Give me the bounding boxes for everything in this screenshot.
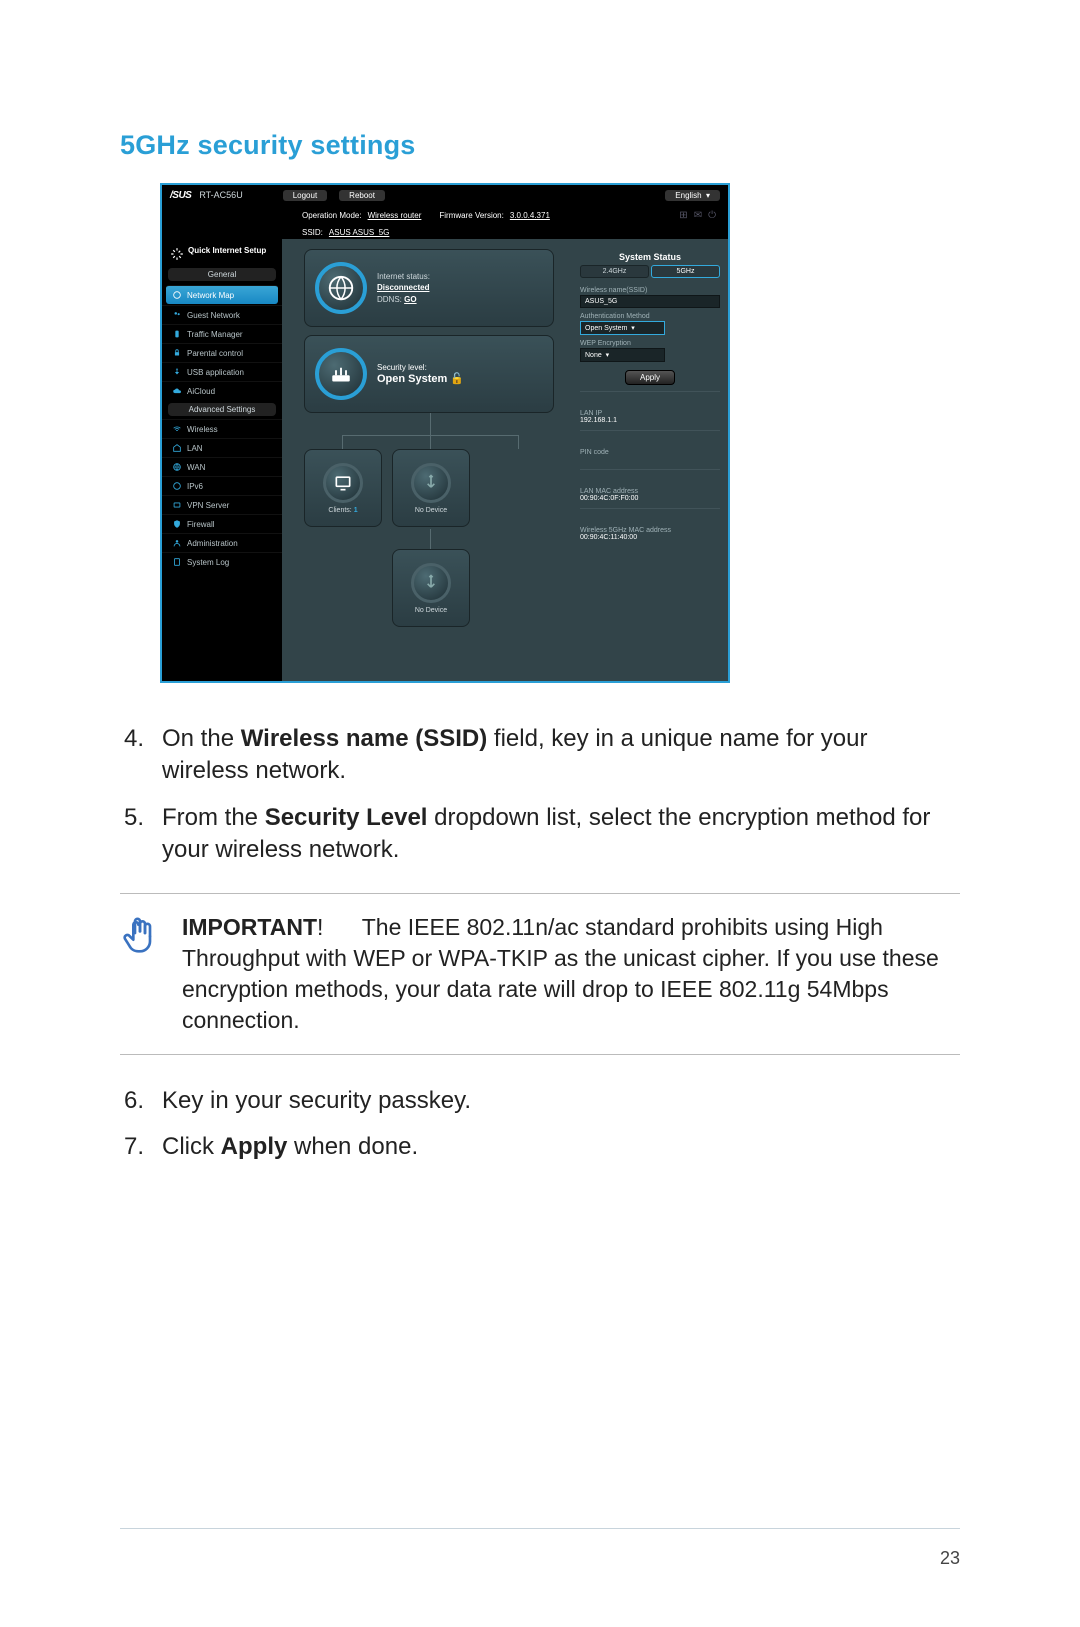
- step-6: 6. Key in your security passkey.: [120, 1085, 960, 1117]
- sidebar: Quick Internet Setup General Network Map…: [162, 239, 282, 681]
- usb2-card[interactable]: No Device: [392, 549, 470, 627]
- step-4: 4. On the Wireless name (SSID) field, ke…: [120, 723, 960, 788]
- nav-lan[interactable]: LAN: [162, 438, 282, 457]
- auth-label: Authentication Method: [580, 313, 720, 320]
- clients-card[interactable]: Clients: 1: [304, 449, 382, 527]
- router-topbar: /SUS RT-AC56U Logout Reboot English ▾: [162, 185, 728, 205]
- model-label: RT-AC56U: [199, 190, 242, 200]
- usb-icon: [411, 463, 451, 503]
- nav-traffic-manager[interactable]: Traffic Manager: [162, 324, 282, 343]
- nav-administration[interactable]: Administration: [162, 533, 282, 552]
- reboot-button[interactable]: Reboot: [339, 190, 385, 201]
- logout-button[interactable]: Logout: [283, 190, 327, 201]
- brand-logo: /SUS: [170, 190, 191, 201]
- nav-aicloud[interactable]: AiCloud: [162, 381, 282, 400]
- quick-setup-button[interactable]: Quick Internet Setup: [162, 243, 282, 265]
- monitor-icon: [323, 463, 363, 503]
- page-number: 23: [940, 1548, 960, 1569]
- apply-button[interactable]: Apply: [625, 370, 675, 385]
- panel-title: System Status: [580, 249, 720, 265]
- step-5: 5. From the Security Level dropdown list…: [120, 802, 960, 867]
- general-section: General: [168, 268, 276, 281]
- usb1-card[interactable]: No Device: [392, 449, 470, 527]
- internet-status-card[interactable]: Internet status: Disconnected DDNS: GO: [304, 249, 554, 327]
- wep-select[interactable]: None ▾: [580, 348, 665, 362]
- hand-icon: [120, 914, 160, 1036]
- firmware-link[interactable]: 3.0.0.4.371: [510, 211, 550, 220]
- nav-wan[interactable]: WAN: [162, 457, 282, 476]
- wmac-value: 00:90:4C:11:40:00: [580, 534, 720, 541]
- important-note: IMPORTANT! The IEEE 802.11n/ac standard …: [120, 893, 960, 1055]
- nav-firewall[interactable]: Firewall: [162, 514, 282, 533]
- security-level-card[interactable]: Security level: Open System 🔓: [304, 335, 554, 413]
- nav-vpn-server[interactable]: VPN Server: [162, 495, 282, 514]
- auth-select[interactable]: Open System ▾: [580, 321, 665, 335]
- language-select[interactable]: English ▾: [665, 190, 720, 201]
- nav-usb-application[interactable]: USB application: [162, 362, 282, 381]
- lock-icon: 🔓: [450, 373, 464, 385]
- lan-ip-value: 192.168.1.1: [580, 417, 720, 424]
- section-title: 5GHz security settings: [120, 130, 960, 161]
- router-icon: [315, 348, 367, 400]
- globe-icon: [315, 262, 367, 314]
- footer-rule: [120, 1528, 960, 1529]
- step-7: 7. Click Apply when done.: [120, 1131, 960, 1163]
- ssid-label: Wireless name(SSID): [580, 287, 720, 294]
- op-mode-link[interactable]: Wireless router: [368, 211, 422, 220]
- nav-guest-network[interactable]: Guest Network: [162, 305, 282, 324]
- advanced-section: Advanced Settings: [168, 403, 276, 416]
- pin-value: [580, 456, 720, 463]
- mail-icon[interactable]: ✉: [694, 210, 702, 221]
- main-area: Internet status: Disconnected DDNS: GO S…: [282, 239, 728, 681]
- wep-label: WEP Encryption: [580, 340, 720, 347]
- router-screenshot: /SUS RT-AC56U Logout Reboot English ▾ Op…: [160, 183, 730, 683]
- nav-parental-control[interactable]: Parental control: [162, 343, 282, 362]
- nav-network-map[interactable]: Network Map: [166, 285, 278, 304]
- sitemap-icon[interactable]: ⊞: [679, 210, 687, 221]
- nav-ipv6[interactable]: IPv6: [162, 476, 282, 495]
- tab-24ghz[interactable]: 2.4GHz: [580, 265, 649, 278]
- wmac-label: Wireless 5GHz MAC address: [580, 527, 720, 534]
- nav-wireless[interactable]: Wireless: [162, 419, 282, 438]
- ssid-info: SSID: ASUS ASUS_5G: [162, 225, 728, 239]
- pin-label: PIN code: [580, 449, 720, 456]
- usb-icon: [411, 563, 451, 603]
- tab-5ghz[interactable]: 5GHz: [651, 265, 720, 278]
- lan-mac-label: LAN MAC address: [580, 488, 720, 495]
- lan-mac-value: 00:90:4C:0F:F0:00: [580, 495, 720, 502]
- ssid-input[interactable]: [580, 295, 720, 308]
- power-icon[interactable]: ⏻: [708, 210, 716, 221]
- lan-ip-label: LAN IP: [580, 410, 720, 417]
- system-status-panel: System Status 2.4GHz 5GHz Wireless name(…: [580, 249, 720, 541]
- router-info-bar: Operation Mode: Wireless router Firmware…: [162, 205, 728, 225]
- nav-system-log[interactable]: System Log: [162, 552, 282, 571]
